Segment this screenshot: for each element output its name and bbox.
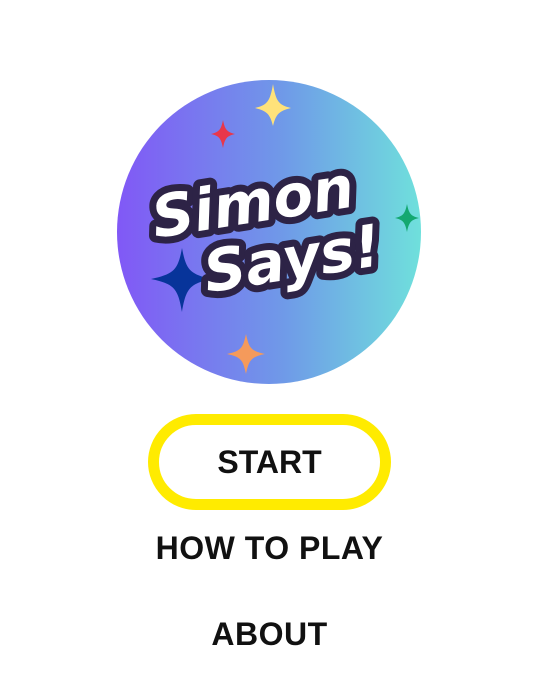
about-button[interactable]: ABOUT [0, 612, 539, 656]
how-to-play-button[interactable]: HOW TO PLAY [0, 526, 539, 570]
start-button-label: START [217, 443, 322, 480]
simon-says-logo: Simon Simon Says! Says! [115, 78, 423, 386]
about-label: ABOUT [211, 616, 328, 652]
start-button[interactable]: START [148, 414, 391, 510]
simon-says-logo-icon: Simon Simon Says! Says! [117, 80, 421, 384]
how-to-play-label: HOW TO PLAY [155, 530, 384, 566]
